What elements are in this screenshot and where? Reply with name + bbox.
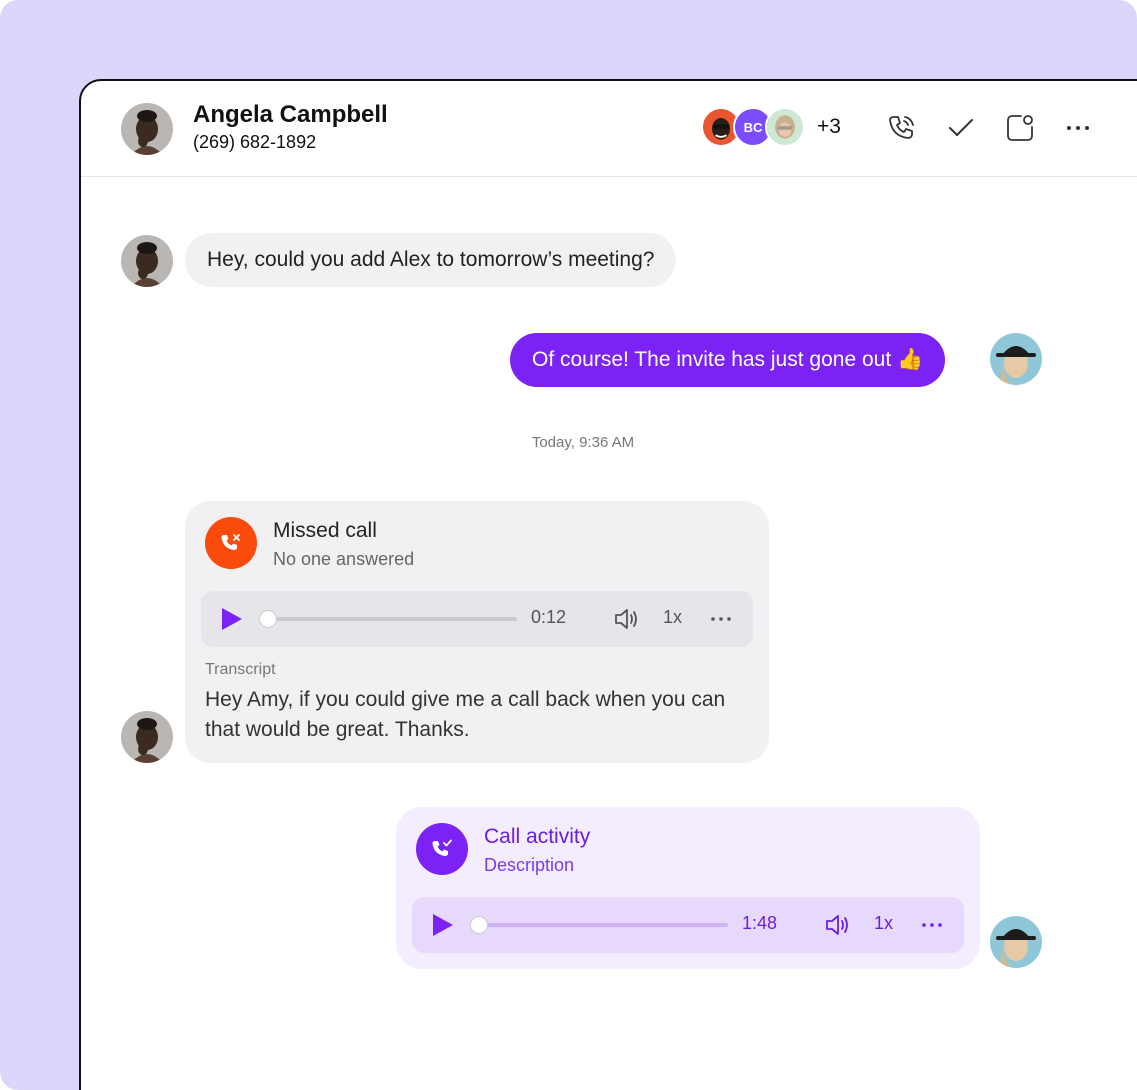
phone-icon — [889, 116, 914, 139]
audio-player: 1:48 1x — [412, 897, 964, 953]
volume-button[interactable] — [611, 604, 641, 634]
sender-avatar[interactable] — [121, 711, 173, 763]
participants-count: +3 — [817, 115, 841, 138]
conversation-header: Angela Campbell (269) 682-1892 BC +3 — [81, 81, 1137, 177]
contact-avatar[interactable] — [121, 103, 173, 155]
participant-avatar — [765, 107, 805, 147]
volume-icon — [826, 915, 848, 935]
play-icon — [433, 914, 453, 936]
more-options-button[interactable] — [1059, 109, 1097, 147]
audio-progress-track[interactable] — [470, 916, 728, 934]
audio-duration: 1:48 — [742, 913, 778, 933]
sender-avatar[interactable] — [121, 235, 173, 287]
missed-call-icon — [205, 517, 257, 569]
contact-phone: (269) 682-1892 — [193, 132, 317, 152]
my-avatar[interactable] — [990, 916, 1042, 968]
audio-scrubber-handle[interactable] — [470, 916, 488, 934]
volume-icon — [615, 609, 637, 629]
call-activity-card: Call activity Description 1:48 1x — [396, 807, 980, 969]
audio-more-button[interactable] — [917, 910, 947, 940]
missed-call-title: Missed call — [273, 519, 377, 542]
contact-name: Angela Campbell — [193, 101, 388, 128]
audio-scrubber-handle[interactable] — [259, 610, 277, 628]
transcript-text: Hey Amy, if you could give me a call bac… — [205, 688, 726, 741]
resolve-button[interactable] — [942, 109, 980, 147]
volume-button[interactable] — [822, 910, 852, 940]
audio-player: 0:12 1x — [201, 591, 753, 647]
playback-speed-button[interactable]: 1x — [663, 607, 682, 628]
my-avatar[interactable] — [990, 333, 1042, 385]
toggle-panel-button[interactable] — [1001, 109, 1039, 147]
conversation-window: Angela Campbell (269) 682-1892 BC +3 Hey… — [79, 79, 1137, 1090]
panel-icon — [1007, 115, 1033, 141]
play-button[interactable] — [428, 911, 456, 939]
more-icon — [711, 617, 731, 621]
call-activity-title: Call activity — [484, 825, 591, 848]
transcript-label: Transcript — [205, 661, 276, 678]
outgoing-message-bubble[interactable]: Of course! The invite has just gone out … — [510, 333, 946, 387]
timestamp-divider: Today, 9:36 AM — [531, 434, 635, 451]
play-button[interactable] — [217, 605, 245, 633]
play-icon — [222, 608, 242, 630]
audio-duration: 0:12 — [531, 607, 567, 627]
incoming-message-bubble[interactable]: Hey, could you add Alex to tomorrow’s me… — [185, 233, 677, 287]
audio-progress-track[interactable] — [259, 610, 517, 628]
check-icon — [949, 119, 973, 136]
call-activity-icon — [416, 823, 468, 875]
call-activity-subtitle: Description — [484, 855, 575, 875]
more-icon — [922, 923, 942, 927]
missed-call-subtitle: No one answered — [273, 549, 415, 569]
audio-more-button[interactable] — [706, 604, 736, 634]
more-icon — [1067, 126, 1089, 130]
call-button[interactable] — [883, 109, 921, 147]
missed-call-card: Missed call No one answered 0:12 1x Tran… — [185, 501, 769, 763]
playback-speed-button[interactable]: 1x — [874, 913, 893, 934]
